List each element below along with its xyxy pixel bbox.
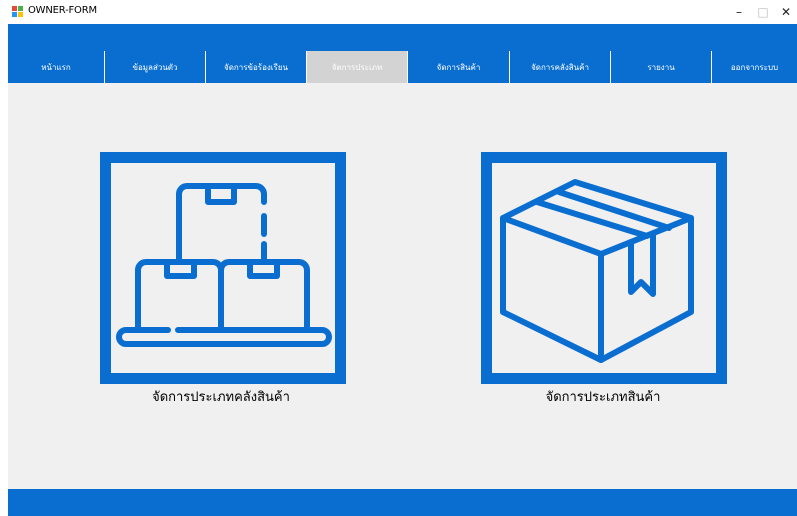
nav-profile[interactable]: ข้อมูลส่วนตัว: [105, 51, 206, 83]
footer-band: [8, 489, 797, 516]
nav-products[interactable]: จัดการสินค้า: [408, 51, 510, 83]
warehouse-category-tile[interactable]: [100, 152, 346, 384]
main-menu: หน้าแรก ข้อมูลส่วนตัว จัดการข้อร้องเรียน…: [8, 51, 797, 83]
warehouse-category-caption: จัดการประเภทคลังสินค้า: [152, 390, 290, 405]
nav-complaints[interactable]: จัดการข้อร้องเรียน: [206, 51, 307, 83]
product-category-caption: จัดการประเภทสินค้า: [545, 390, 661, 405]
header-band: [8, 24, 797, 51]
nav-warehouse[interactable]: จัดการคลังสินค้า: [510, 51, 611, 83]
window-title: OWNER-FORM: [28, 5, 97, 16]
form-body: หน้าแรก ข้อมูลส่วนตัว จัดการข้อร้องเรียน…: [8, 24, 797, 516]
nav-logout[interactable]: ออกจากระบบ: [712, 51, 797, 83]
stacked-boxes-icon: [116, 183, 332, 347]
product-category-tile[interactable]: [481, 152, 727, 384]
nav-categories[interactable]: จัดการประเภท: [307, 51, 408, 83]
nav-home[interactable]: หน้าแรก: [8, 51, 105, 83]
box-icon: [500, 179, 694, 363]
close-button[interactable]: ✕: [772, 0, 797, 24]
window-titlebar: OWNER-FORM – □ ✕: [0, 0, 797, 24]
nav-reports[interactable]: รายงาน: [611, 51, 712, 83]
app-icon: [12, 6, 23, 17]
